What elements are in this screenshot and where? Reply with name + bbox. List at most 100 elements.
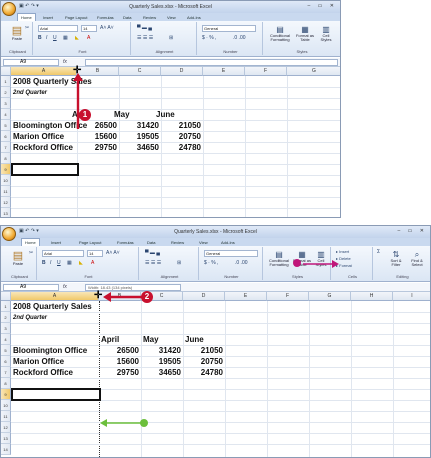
number-format-select[interactable]: General — [202, 25, 256, 32]
tab-review[interactable]: Review — [171, 240, 184, 245]
column-header-e[interactable]: E — [203, 67, 245, 76]
tab-formulas[interactable]: Formulas — [97, 15, 114, 20]
column-header-c[interactable]: C — [119, 67, 161, 76]
window-controls[interactable]: – ▭ ✕ — [308, 3, 337, 9]
header-cell-may[interactable]: May — [114, 110, 130, 120]
select-all-corner[interactable] — [1, 67, 11, 76]
header-cell-may[interactable]: May — [143, 335, 159, 345]
cell-styles-button[interactable]: ▥ Cell Styles — [317, 26, 335, 42]
conditional-formatting-button[interactable]: ▤ Conditional Formatting — [267, 251, 291, 267]
paste-button[interactable]: ▤ Paste — [7, 26, 27, 41]
header-cell-june[interactable]: June — [185, 335, 204, 345]
worksheet-grid[interactable]: A B C D E F G H I 1 2 3 4 5 6 7 8 9 10 1… — [1, 291, 430, 457]
tab-home[interactable]: Home — [17, 13, 36, 21]
row-header[interactable]: 3 — [1, 323, 11, 334]
sort-filter-button[interactable]: ⇅ Sort & Filter — [387, 251, 405, 267]
function-icon[interactable]: fx — [63, 284, 67, 290]
value-cell[interactable]: 20750 — [183, 357, 223, 367]
row-header[interactable]: 13 — [1, 208, 11, 217]
row-header[interactable]: 5 — [1, 345, 11, 356]
column-header-a[interactable]: A — [11, 67, 77, 76]
bold-icon[interactable]: B — [42, 260, 46, 266]
fill-color-icon[interactable]: ◣ — [75, 35, 79, 41]
office-button-icon[interactable] — [2, 227, 16, 241]
column-header-f[interactable]: F — [267, 292, 309, 301]
tab-data[interactable]: Data — [147, 240, 155, 245]
value-cell[interactable]: 29750 — [99, 368, 139, 378]
grow-font-icon[interactable]: A˄ A˅ — [100, 25, 114, 31]
row-header[interactable]: 6 — [1, 131, 11, 142]
column-header-g[interactable]: G — [287, 67, 340, 76]
column-header-h[interactable]: H — [351, 292, 393, 301]
tab-insert[interactable]: Insert — [43, 15, 53, 20]
borders-icon[interactable]: ▦ — [67, 260, 72, 266]
borders-icon[interactable]: ▦ — [63, 35, 68, 41]
font-size-select[interactable]: 14 — [81, 25, 97, 32]
row-header[interactable]: 7 — [1, 142, 11, 153]
font-color-icon[interactable]: A — [87, 35, 90, 41]
insert-cells-button[interactable]: ▸ Insert — [336, 249, 349, 255]
currency-icon[interactable]: $ · % , — [204, 260, 218, 266]
row-header[interactable]: 2 — [1, 87, 11, 98]
underline-icon[interactable]: U — [53, 35, 57, 41]
font-color-icon[interactable]: A — [91, 260, 94, 266]
value-cell[interactable]: 20750 — [161, 132, 201, 142]
align-top-icon[interactable]: ▀ ▬ ▄ — [145, 250, 160, 256]
paste-button[interactable]: ▤ Paste — [7, 251, 29, 266]
column-header-e[interactable]: E — [225, 292, 267, 301]
formula-input[interactable] — [85, 59, 338, 66]
row-header[interactable]: 10 — [1, 400, 11, 411]
tab-add-ins[interactable]: Add-Ins — [221, 240, 235, 245]
column-header-d[interactable]: D — [161, 67, 203, 76]
tab-formulas[interactable]: Formulas — [117, 240, 134, 245]
sheet-subtitle-cell[interactable]: 2nd Quarter — [13, 313, 47, 323]
number-format-select[interactable]: General — [204, 250, 258, 257]
align-top-icon[interactable]: ▀ ▬ ▄ — [137, 25, 152, 31]
underline-icon[interactable]: U — [57, 260, 61, 266]
align-left-icon[interactable]: ☰ ☰ ☰ — [145, 260, 161, 266]
office-name-cell[interactable]: Marion Office — [13, 357, 64, 367]
row-header[interactable]: 5 — [1, 120, 11, 131]
decimal-icon[interactable]: .0 .00 — [233, 35, 246, 41]
tab-view[interactable]: View — [199, 240, 208, 245]
office-name-cell[interactable]: Rockford Office — [13, 368, 73, 378]
row-header[interactable]: 9 — [1, 164, 11, 175]
merge-icon[interactable]: ⊞ — [169, 35, 173, 41]
italic-icon[interactable]: I — [46, 35, 47, 41]
value-cell[interactable]: 31420 — [119, 121, 159, 131]
active-cell-a9[interactable] — [11, 163, 79, 176]
row-header[interactable]: 3 — [1, 98, 11, 109]
tab-home[interactable]: Home — [21, 238, 40, 246]
format-as-table-button[interactable]: ▦ Format as Table — [295, 26, 315, 42]
fill-color-icon[interactable]: ◣ — [79, 260, 83, 266]
decimal-icon[interactable]: .0 .00 — [235, 260, 248, 266]
italic-icon[interactable]: I — [50, 260, 51, 266]
value-cell[interactable]: 29750 — [77, 143, 117, 153]
row-header[interactable]: 7 — [1, 367, 11, 378]
office-button-icon[interactable] — [2, 2, 16, 16]
row-header[interactable]: 4 — [1, 334, 11, 345]
row-header[interactable]: 11 — [1, 186, 11, 197]
office-name-cell[interactable]: Rockford Office — [13, 143, 73, 153]
sheet-title-cell[interactable]: 2008 Quarterly Sales — [13, 302, 92, 312]
row-header[interactable]: 8 — [1, 153, 11, 164]
value-cell[interactable]: 19505 — [119, 132, 159, 142]
row-header[interactable]: 9 — [1, 389, 11, 400]
row-header[interactable]: 4 — [1, 109, 11, 120]
tab-page-layout[interactable]: Page Layout — [65, 15, 87, 20]
font-size-select[interactable]: 14 — [87, 250, 103, 257]
value-cell[interactable]: 24780 — [161, 143, 201, 153]
value-cell[interactable]: 24780 — [183, 368, 223, 378]
font-name-select[interactable]: Arial — [42, 250, 84, 257]
row-header[interactable]: 10 — [1, 175, 11, 186]
active-cell-a9[interactable] — [11, 388, 101, 401]
row-header[interactable]: 11 — [1, 411, 11, 422]
find-select-button[interactable]: ⌕ Find & Select — [407, 251, 427, 267]
row-header[interactable]: 1 — [1, 76, 11, 87]
align-left-icon[interactable]: ☰ ☰ ☰ — [137, 35, 153, 41]
grow-font-icon[interactable]: A˄ A˅ — [106, 250, 120, 256]
value-cell[interactable]: 34650 — [119, 143, 159, 153]
name-box[interactable]: A9 — [3, 59, 59, 66]
header-cell-june[interactable]: June — [156, 110, 175, 120]
function-icon[interactable]: fx — [63, 59, 67, 65]
